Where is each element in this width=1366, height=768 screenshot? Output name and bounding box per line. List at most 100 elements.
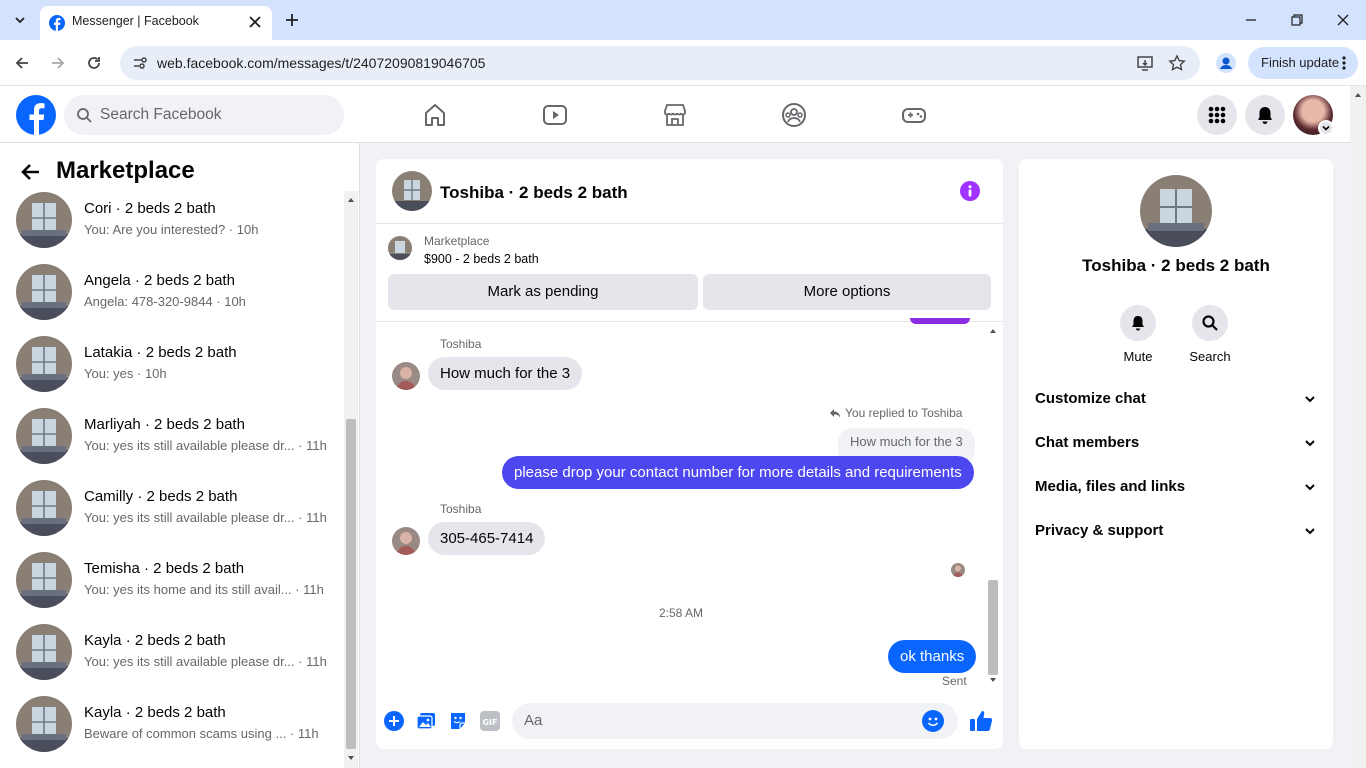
sidebar-scroll-thumb[interactable] bbox=[346, 419, 356, 749]
more-options-button[interactable]: More options bbox=[703, 274, 991, 310]
facebook-logo-icon[interactable] bbox=[16, 95, 56, 135]
details-name: Toshiba · 2 beds 2 bath bbox=[1082, 256, 1270, 275]
sender-avatar[interactable] bbox=[392, 527, 420, 555]
message-thread: Toshiba How much for the 3 You replied t… bbox=[376, 318, 1003, 688]
facebook-search-box[interactable]: Search Facebook bbox=[64, 95, 344, 135]
listing-thumbnail[interactable] bbox=[388, 236, 412, 260]
grid-menu-icon bbox=[1208, 106, 1226, 124]
incoming-message[interactable]: How much for the 3 bbox=[428, 357, 583, 390]
sender-avatar[interactable] bbox=[392, 362, 420, 390]
scroll-up-icon[interactable] bbox=[1354, 91, 1362, 99]
conversation-name: Latakia · 2 beds 2 bath bbox=[84, 344, 237, 361]
chat-title[interactable]: Toshiba · 2 beds 2 bath bbox=[440, 183, 628, 203]
profile-icon[interactable] bbox=[1216, 53, 1236, 73]
conversation-item[interactable]: Latakia · 2 beds 2 bath You: yes · 10h bbox=[16, 336, 336, 392]
conversation-name: Marliyah · 2 beds 2 bath bbox=[84, 416, 245, 433]
finish-update-button[interactable]: Finish update bbox=[1248, 47, 1358, 79]
gif-icon[interactable]: GIF bbox=[480, 711, 500, 731]
conversation-list-panel: Marketplace Cori · 2 beds 2 bath You: Are… bbox=[0, 143, 360, 768]
back-icon[interactable] bbox=[13, 54, 31, 72]
conversation-preview: You: yes its still available please dr..… bbox=[84, 510, 327, 525]
notifications-button[interactable] bbox=[1245, 95, 1285, 135]
account-chevron-icon[interactable] bbox=[1318, 120, 1334, 136]
media-files-links-section[interactable]: Media, files and links bbox=[1035, 466, 1317, 510]
conversation-avatar bbox=[16, 336, 72, 392]
mark-as-pending-button[interactable]: Mark as pending bbox=[388, 274, 698, 310]
conversation-item[interactable]: Cori · 2 beds 2 bath You: Are you interes… bbox=[16, 192, 336, 248]
conversation-item[interactable]: Camilly · 2 beds 2 bath You: yes its stil… bbox=[16, 480, 336, 536]
chat-scroll-thumb[interactable] bbox=[988, 580, 998, 675]
reload-icon[interactable] bbox=[85, 54, 103, 72]
seen-avatar bbox=[951, 563, 965, 577]
chat-header: Toshiba · 2 beds 2 bath bbox=[376, 159, 1003, 224]
conversation-avatar bbox=[16, 192, 72, 248]
scroll-up-icon[interactable] bbox=[989, 327, 997, 335]
customize-chat-section[interactable]: Customize chat bbox=[1035, 378, 1317, 422]
site-settings-icon[interactable] bbox=[132, 55, 148, 71]
scroll-up-icon[interactable] bbox=[347, 196, 355, 204]
chat-members-section[interactable]: Chat members bbox=[1035, 422, 1317, 466]
details-avatar[interactable] bbox=[1140, 175, 1212, 247]
like-thumb-icon[interactable] bbox=[969, 709, 993, 733]
conversation-avatar bbox=[16, 696, 72, 752]
photo-icon[interactable] bbox=[416, 711, 436, 731]
mute-action[interactable]: Mute bbox=[1108, 305, 1168, 364]
outgoing-message[interactable]: ok thanks bbox=[888, 640, 977, 673]
conversation-item[interactable]: Temisha · 2 beds 2 bath You: yes its home… bbox=[16, 552, 336, 608]
close-tab-icon[interactable] bbox=[248, 15, 262, 29]
conversation-item[interactable]: Marliyah · 2 beds 2 bath You: yes its sti… bbox=[16, 408, 336, 464]
emoji-icon[interactable] bbox=[922, 710, 944, 732]
active-tab[interactable]: Messenger | Facebook bbox=[40, 6, 272, 40]
install-app-icon[interactable] bbox=[1136, 54, 1154, 72]
conversation-preview: You: yes its still available please dr..… bbox=[84, 654, 327, 669]
sidebar-scrollbar[interactable] bbox=[344, 191, 358, 768]
conversation-item[interactable]: Angela · 2 beds 2 bath Angela: 478-320-98… bbox=[16, 264, 336, 320]
conversation-name: Kayla · 2 beds 2 bath bbox=[84, 704, 226, 721]
sticker-icon[interactable] bbox=[448, 711, 468, 731]
conversation-avatar bbox=[16, 552, 72, 608]
outgoing-message[interactable]: please drop your contact number for more… bbox=[502, 456, 974, 489]
search-action[interactable]: Search bbox=[1180, 305, 1240, 364]
page-scrollbar[interactable] bbox=[1350, 86, 1366, 768]
chat-avatar[interactable] bbox=[392, 171, 432, 211]
section-label: Media, files and links bbox=[1035, 478, 1186, 495]
chat-scrollbar[interactable] bbox=[986, 322, 1000, 687]
conversation-name: Angela · 2 beds 2 bath bbox=[84, 272, 235, 289]
conversation-preview: Beware of common scams using ... · 11h bbox=[84, 726, 319, 741]
home-icon[interactable] bbox=[422, 102, 448, 128]
mute-button[interactable] bbox=[1120, 305, 1156, 341]
search-button[interactable] bbox=[1192, 305, 1228, 341]
forward-icon[interactable] bbox=[49, 54, 67, 72]
message-status: Sent bbox=[942, 674, 967, 688]
kebab-menu-icon bbox=[1342, 56, 1346, 70]
scroll-down-icon[interactable] bbox=[347, 754, 355, 762]
bookmark-star-icon[interactable] bbox=[1168, 54, 1186, 72]
section-label: Privacy & support bbox=[1035, 522, 1164, 539]
info-icon[interactable] bbox=[960, 181, 980, 201]
plus-icon[interactable] bbox=[384, 711, 404, 731]
restore-icon[interactable] bbox=[1289, 12, 1305, 28]
incoming-message[interactable]: 305-465-7414 bbox=[428, 522, 546, 555]
scroll-down-icon[interactable] bbox=[989, 676, 997, 684]
video-icon[interactable] bbox=[542, 102, 568, 128]
gaming-icon[interactable] bbox=[901, 102, 927, 128]
message-input[interactable]: Aa bbox=[512, 703, 958, 739]
groups-icon[interactable] bbox=[781, 102, 807, 128]
listing-label: Marketplace bbox=[424, 234, 490, 248]
omnibox[interactable]: web.facebook.com/messages/t/240720908190… bbox=[120, 46, 1200, 80]
close-window-icon[interactable] bbox=[1335, 12, 1351, 28]
url-text[interactable]: web.facebook.com/messages/t/240720908190… bbox=[157, 55, 485, 71]
search-label: Search bbox=[1189, 349, 1231, 364]
new-tab-icon[interactable] bbox=[284, 12, 300, 28]
marketplace-icon[interactable] bbox=[662, 102, 688, 128]
tab-search-icon[interactable] bbox=[10, 10, 30, 30]
menu-button[interactable] bbox=[1197, 95, 1237, 135]
conversation-item[interactable]: Kayla · 2 beds 2 bath Beware of common sc… bbox=[16, 696, 336, 752]
conversation-item[interactable]: Kayla · 2 beds 2 bath You: yes its still … bbox=[16, 624, 336, 680]
back-arrow-icon[interactable] bbox=[20, 161, 42, 183]
facebook-topbar: Search Facebook bbox=[0, 86, 1350, 143]
chevron-down-icon bbox=[1303, 392, 1317, 406]
minimize-icon[interactable] bbox=[1243, 12, 1259, 28]
search-icon bbox=[76, 107, 92, 123]
privacy-support-section[interactable]: Privacy & support bbox=[1035, 510, 1317, 554]
